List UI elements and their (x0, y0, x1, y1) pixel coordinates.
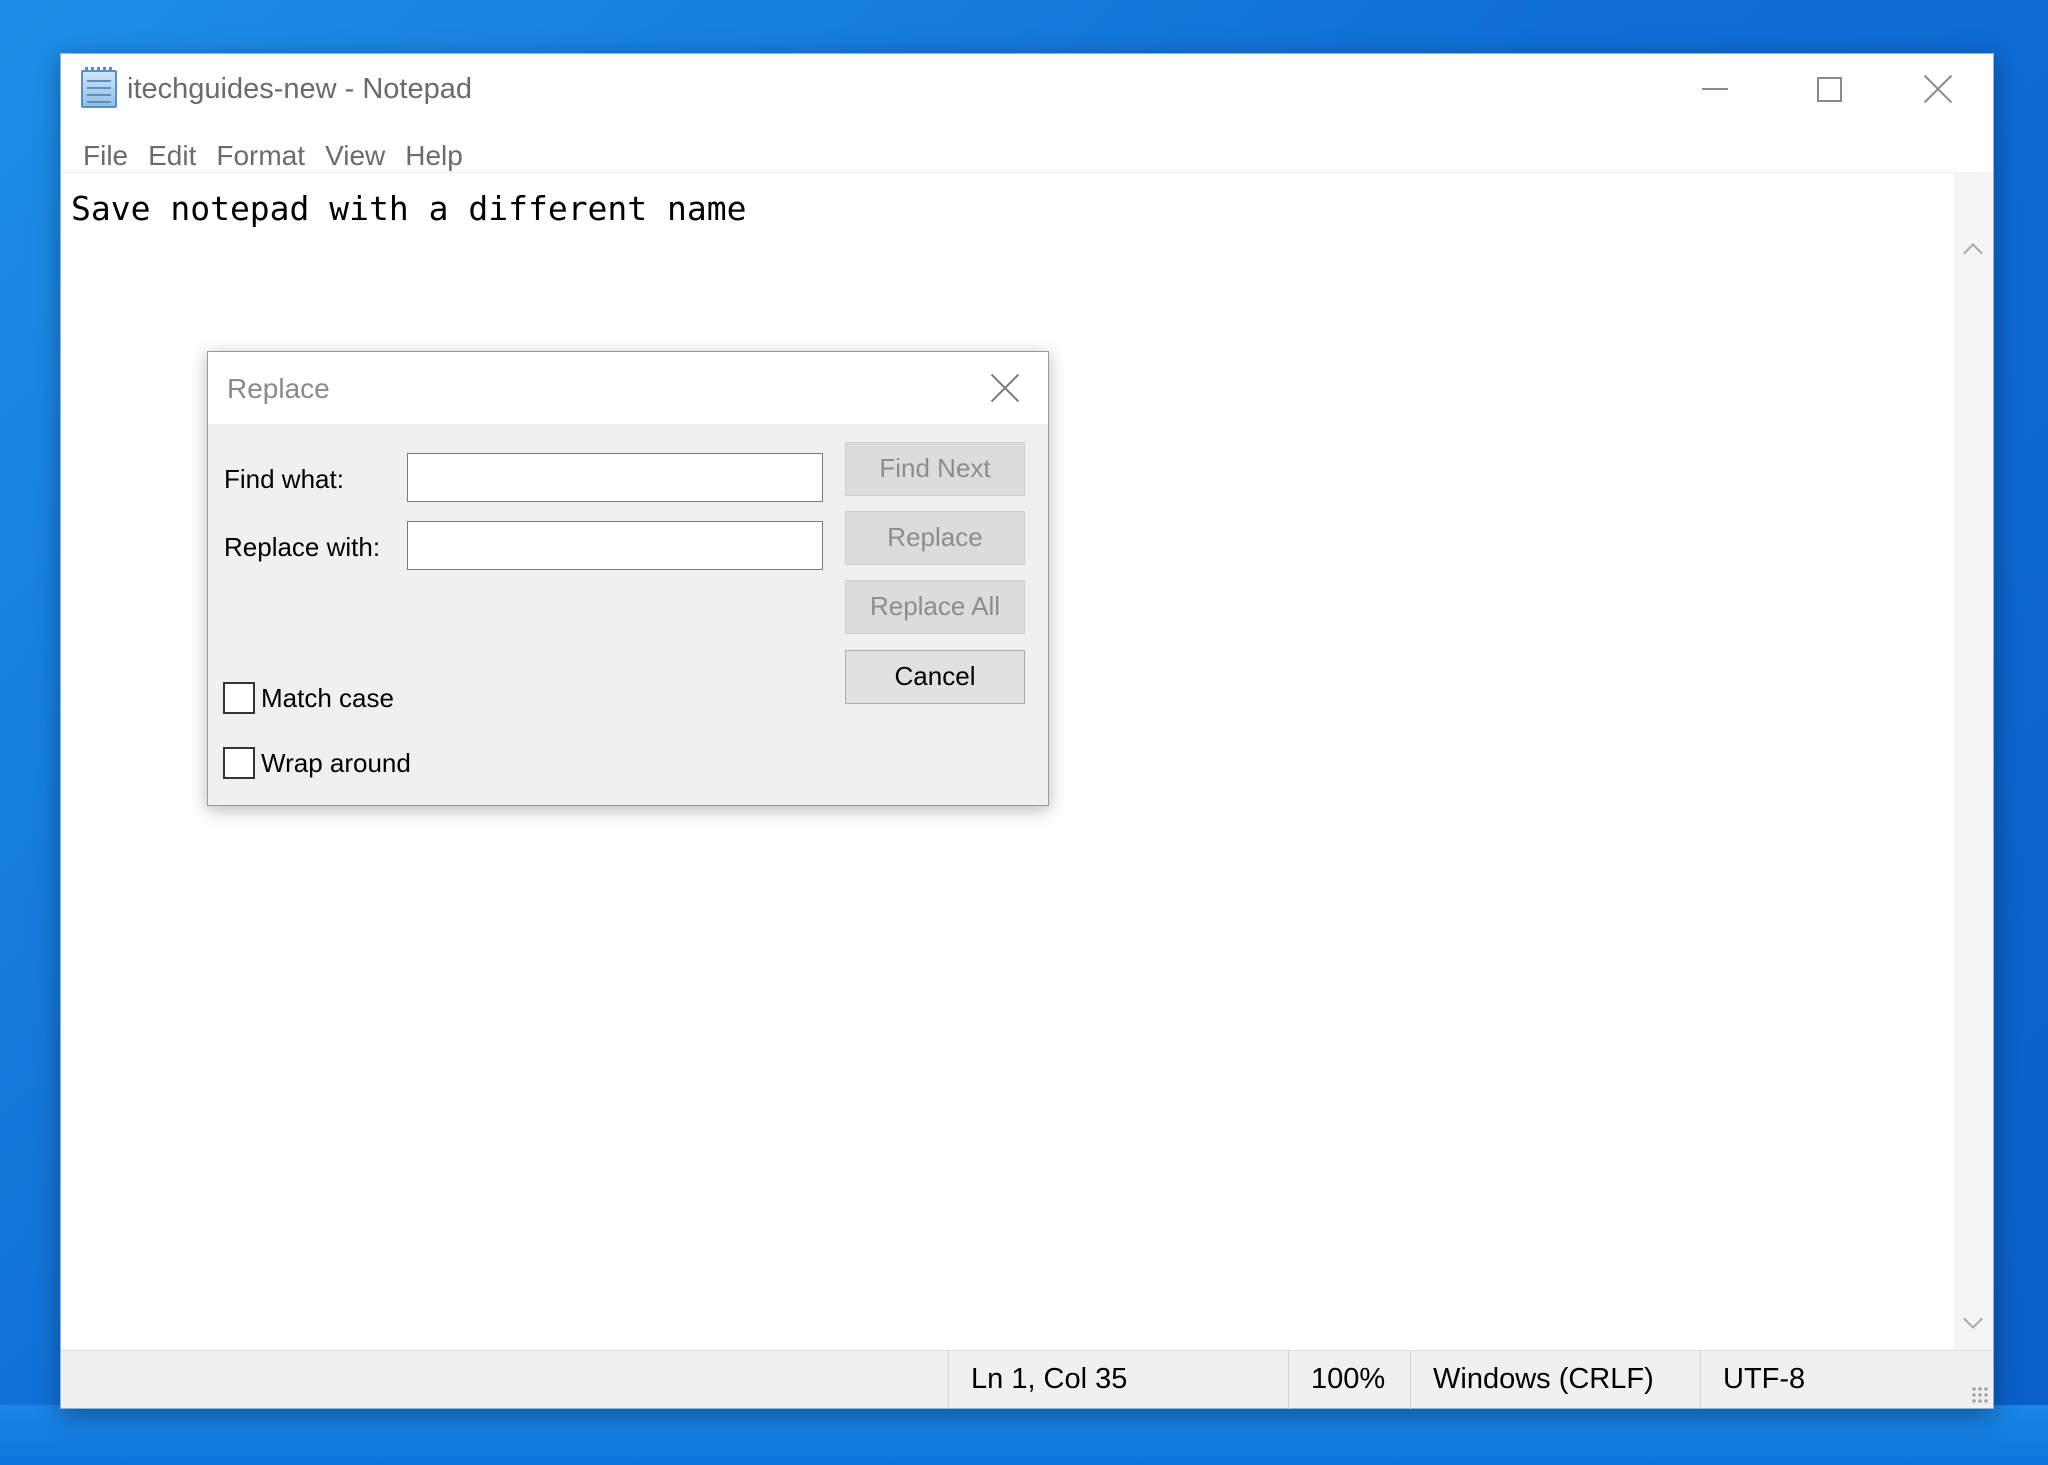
match-case-checkbox[interactable] (223, 682, 255, 714)
replace-all-button[interactable]: Replace All (845, 580, 1025, 634)
window-title: itechguides-new - Notepad (127, 73, 472, 105)
chevron-up-icon[interactable] (1963, 243, 1983, 263)
status-position: Ln 1, Col 35 (948, 1351, 1288, 1409)
close-icon (1923, 74, 1953, 104)
wrap-around-label: Wrap around (261, 747, 411, 778)
dialog-title: Replace (227, 373, 330, 404)
notepad-icon (81, 67, 117, 108)
replace-button[interactable]: Replace (845, 511, 1025, 565)
chevron-down-icon[interactable] (1963, 1309, 1983, 1329)
close-icon[interactable] (990, 373, 1020, 403)
minimize-button[interactable] (1658, 54, 1772, 124)
replace-dialog: Replace Find what: Replace with: Find Ne… (207, 351, 1049, 806)
maximize-icon (1816, 76, 1842, 102)
resize-grip-icon[interactable] (1971, 1386, 1989, 1404)
minimize-icon (1702, 88, 1728, 90)
title-bar[interactable]: itechguides-new - Notepad (61, 54, 1993, 124)
find-what-input[interactable] (407, 453, 823, 502)
desktop-background (0, 1405, 2048, 1465)
status-bar: Ln 1, Col 35 100% Windows (CRLF) UTF-8 (61, 1350, 1993, 1409)
match-case-option[interactable]: Match case (223, 682, 394, 714)
replace-with-input[interactable] (407, 521, 823, 570)
dialog-title-bar[interactable]: Replace (208, 352, 1048, 424)
status-encoding: UTF-8 (1700, 1351, 1993, 1409)
maximize-button[interactable] (1772, 54, 1886, 124)
vertical-scrollbar[interactable] (1954, 172, 1993, 1350)
status-line-ending: Windows (CRLF) (1410, 1351, 1700, 1409)
replace-with-label: Replace with: (224, 532, 381, 562)
wrap-around-option[interactable]: Wrap around (223, 747, 411, 779)
editor-content[interactable]: Save notepad with a different name (71, 189, 747, 228)
wrap-around-checkbox[interactable] (223, 747, 255, 779)
status-zoom: 100% (1288, 1351, 1410, 1409)
cancel-button[interactable]: Cancel (845, 650, 1025, 704)
close-button[interactable] (1881, 54, 1995, 124)
find-next-button[interactable]: Find Next (845, 442, 1025, 496)
match-case-label: Match case (261, 682, 394, 713)
find-what-label: Find what: (224, 464, 344, 494)
